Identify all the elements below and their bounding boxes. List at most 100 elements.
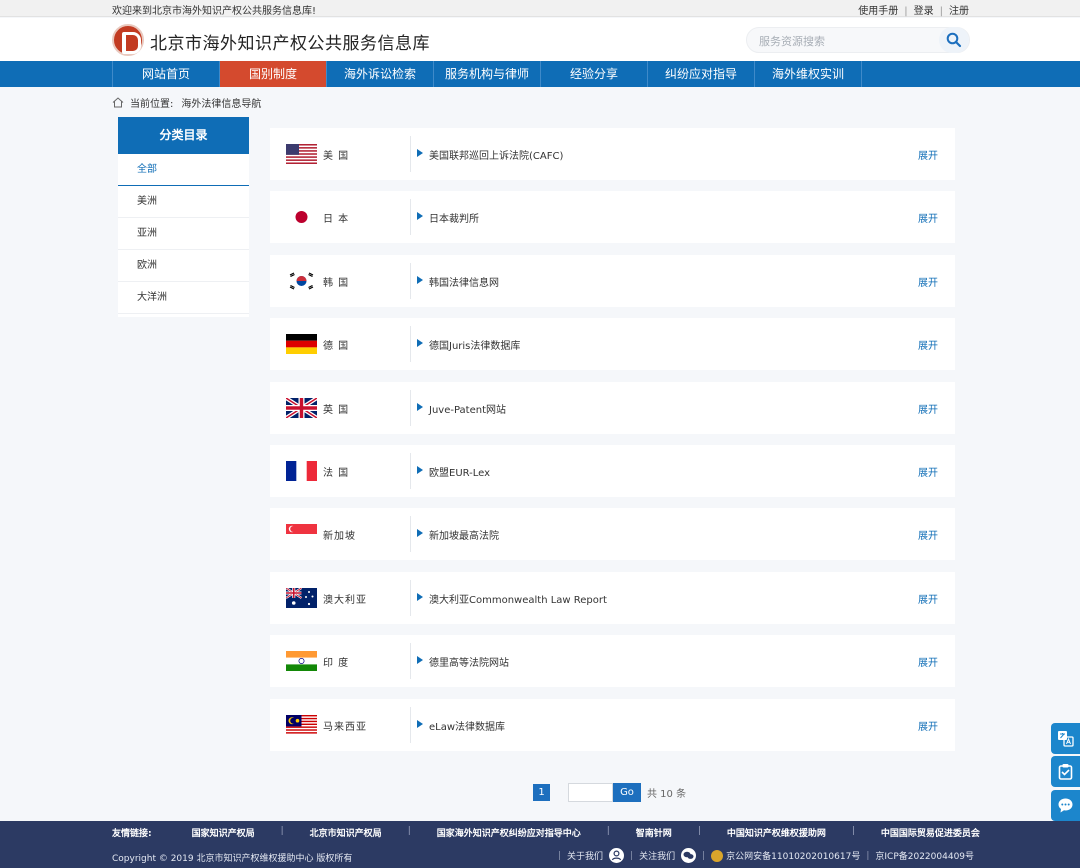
expand-button[interactable]: 展开 (918, 464, 938, 479)
icp-record[interactable]: 京ICP备2022004409号 (875, 849, 974, 862)
nav-training[interactable]: 海外维权实训 (755, 61, 862, 87)
row-divider (410, 452, 411, 489)
row-divider (410, 199, 411, 236)
row-divider (410, 326, 411, 363)
in-flag-icon (286, 651, 317, 672)
login-link[interactable]: 登录 (914, 6, 934, 17)
resource-link[interactable]: 新加坡最高法院 (429, 527, 499, 542)
user-manual-link[interactable]: 使用手册 (858, 6, 898, 17)
row-divider (410, 706, 411, 743)
translate-icon (1058, 731, 1074, 747)
wechat-icon[interactable] (681, 848, 697, 863)
search-box[interactable]: 服务资源搜索 (746, 27, 970, 53)
home-icon[interactable] (112, 97, 124, 108)
copyright: Copyright © 2019 北京市知识产权维权援助中心 版权所有 (112, 854, 353, 864)
triangle-right-icon (417, 529, 423, 538)
country-name: 马来西亚 (323, 721, 367, 733)
nav-experience[interactable]: 经验分享 (541, 61, 648, 87)
nav-litigation-search[interactable]: 海外诉讼检索 (327, 61, 434, 87)
resource-link[interactable]: 德国Juris法律数据库 (429, 337, 520, 352)
jp-flag-icon (286, 207, 317, 228)
category-sidebar: 分类目录 全部 美洲 亚洲 欧洲 大洋洲 (118, 117, 249, 317)
chat-icon (1058, 798, 1073, 813)
kr-flag-icon (286, 270, 317, 291)
friend-link[interactable]: 北京市知识产权局 (310, 826, 382, 839)
friend-link[interactable]: 中国知识产权维权援助网 (727, 826, 826, 839)
resource-link[interactable]: 德里高等法院网站 (429, 654, 509, 669)
user-icon[interactable] (609, 848, 625, 863)
nav-country-system[interactable]: 国别制度 (220, 61, 327, 87)
country-name: 德 国 (323, 341, 350, 353)
breadcrumb-current: 海外法律信息导航 (181, 99, 262, 110)
list-item: 日 本 日本裁判所 展开 (270, 191, 955, 244)
go-button[interactable]: Go (613, 783, 641, 802)
resource-link[interactable]: 澳大利亚Commonwealth Law Report (429, 591, 607, 606)
triangle-right-icon (417, 592, 423, 601)
resource-link[interactable]: Juve-Patent网站 (429, 401, 506, 416)
expand-button[interactable]: 展开 (918, 210, 938, 225)
expand-button[interactable]: 展开 (918, 401, 938, 416)
list-item: 韩 国 韩国法律信息网 展开 (270, 254, 955, 307)
friend-link[interactable]: 国家海外知识产权纠纷应对指导中心 (437, 826, 581, 839)
row-divider (410, 516, 411, 553)
sidebar-item-asia[interactable]: 亚洲 (118, 218, 249, 250)
page-jump-input[interactable] (568, 783, 613, 802)
list-item: 新加坡 新加坡最高法院 展开 (270, 508, 955, 561)
site-footer: 友情链接: 国家知识产权局 | 北京市知识产权局 | 国家海外知识产权纠纷应对指… (0, 821, 1080, 868)
friend-links: 友情链接: 国家知识产权局 | 北京市知识产权局 | 国家海外知识产权纠纷应对指… (112, 826, 980, 839)
top-links: 使用手册 | 登录 | 注册 (858, 6, 969, 17)
resource-link[interactable]: 欧盟EUR-Lex (429, 464, 490, 479)
expand-button[interactable]: 展开 (918, 718, 938, 733)
nav-home[interactable]: 网站首页 (113, 61, 220, 87)
country-name: 英 国 (323, 404, 350, 416)
expand-button[interactable]: 展开 (918, 274, 938, 289)
chat-float-button[interactable] (1051, 790, 1080, 821)
translate-float-button[interactable] (1051, 723, 1080, 754)
friend-link[interactable]: 智南针网 (636, 826, 672, 839)
au-flag-icon (286, 587, 317, 608)
nav-service-agencies[interactable]: 服务机构与律师 (434, 61, 541, 87)
expand-button[interactable]: 展开 (918, 654, 938, 669)
about-us-link[interactable]: 关于我们 (567, 849, 603, 862)
clipboard-float-button[interactable] (1051, 756, 1080, 787)
follow-us-link[interactable]: 关注我们 (639, 849, 675, 862)
expand-button[interactable]: 展开 (918, 147, 938, 162)
de-flag-icon (286, 334, 317, 355)
friend-link[interactable]: 中国国际贸易促进委员会 (881, 826, 980, 839)
page-number-current[interactable]: 1 (533, 784, 550, 801)
expand-button[interactable]: 展开 (918, 337, 938, 352)
row-divider (410, 579, 411, 616)
sidebar-item-all[interactable]: 全部 (118, 154, 249, 186)
country-name: 澳大利亚 (323, 594, 367, 606)
gb-flag-icon (286, 397, 317, 418)
resource-list: 美 国 美国联邦巡回上诉法院(CAFC) 展开 日 本 日本裁判所 展开 韩 国… (270, 128, 955, 762)
nav-dispute-guidance[interactable]: 纠纷应对指导 (648, 61, 755, 87)
sidebar-item-oceania[interactable]: 大洋洲 (118, 282, 249, 314)
us-flag-icon (286, 144, 317, 164)
country-name: 新加坡 (323, 531, 356, 543)
friend-link[interactable]: 国家知识产权局 (192, 826, 255, 839)
resource-link[interactable]: eLaw法律数据库 (429, 718, 505, 733)
sidebar-item-europe[interactable]: 欧洲 (118, 250, 249, 282)
resource-link[interactable]: 美国联邦巡回上诉法院(CAFC) (429, 147, 563, 162)
expand-button[interactable]: 展开 (918, 527, 938, 542)
country-name: 日 本 (323, 214, 350, 226)
site-title: 北京市海外知识产权公共服务信息库 (150, 34, 430, 54)
expand-button[interactable]: 展开 (918, 591, 938, 606)
total-count: 共 10 条 (647, 789, 687, 800)
register-link[interactable]: 注册 (949, 6, 969, 17)
country-name: 法 国 (323, 467, 350, 479)
triangle-right-icon (417, 149, 423, 157)
site-logo[interactable] (112, 24, 144, 56)
welcome-text: 欢迎来到北京市海外知识产权公共服务信息库! (112, 6, 317, 17)
country-name: 韩 国 (323, 277, 350, 289)
resource-link[interactable]: 韩国法律信息网 (429, 274, 499, 289)
triangle-right-icon (417, 402, 423, 411)
resource-link[interactable]: 日本裁判所 (429, 210, 479, 225)
police-record[interactable]: 京公网安备11010202010617号 (726, 849, 860, 862)
sidebar-item-americas[interactable]: 美洲 (118, 186, 249, 218)
list-item: 澳大利亚 澳大利亚Commonwealth Law Report 展开 (270, 571, 955, 624)
search-button[interactable] (939, 27, 969, 53)
search-input[interactable]: 服务资源搜索 (759, 33, 825, 49)
fr-flag-icon (286, 460, 317, 481)
